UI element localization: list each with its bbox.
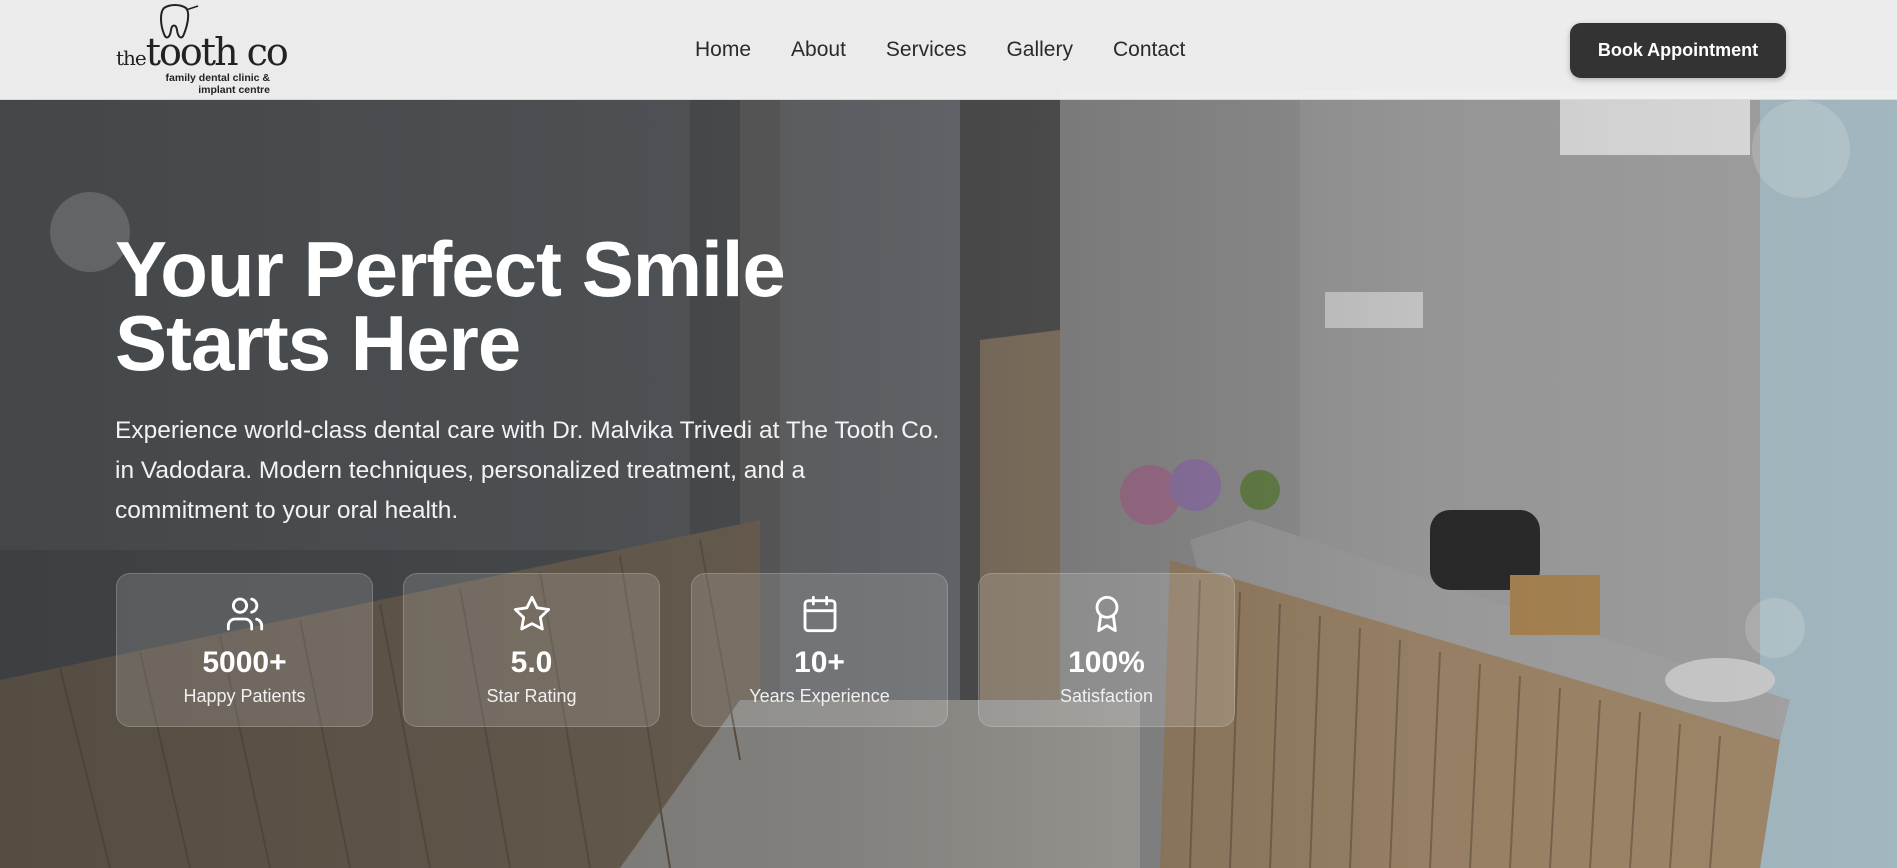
stat-value: 5000+	[202, 646, 287, 679]
award-icon	[1095, 595, 1118, 633]
nav-gallery[interactable]: Gallery	[1006, 38, 1073, 62]
hero-title-line1: Your Perfect Smile	[115, 225, 786, 313]
logo[interactable]: thetooth co family dental clinic & impla…	[116, 4, 289, 96]
decorative-circle	[1745, 598, 1805, 658]
calendar-icon	[803, 595, 836, 633]
stat-label: Happy Patients	[183, 686, 306, 706]
users-icon	[226, 597, 263, 631]
logo-tagline: family dental clinic & implant centre	[166, 72, 270, 96]
logo-wordmark: thetooth co	[116, 30, 289, 74]
logo-tagline-line2: implant centre	[198, 84, 270, 96]
stat-label: Satisfaction	[1059, 686, 1154, 706]
star-icon	[513, 595, 550, 631]
nav-home[interactable]: Home	[695, 38, 751, 62]
stat-label: Years Experience	[749, 686, 890, 706]
stat-label: Star Rating	[486, 686, 577, 706]
stat-card-satisfaction: 100% Satisfaction	[978, 573, 1235, 727]
site-header: thetooth co family dental clinic & impla…	[0, 0, 1897, 100]
hero-description: Experience world-class dental care with …	[115, 417, 940, 524]
decorative-circle	[1752, 100, 1850, 198]
main-nav: Home About Services Gallery Contact	[695, 38, 1185, 62]
nav-services[interactable]: Services	[886, 38, 967, 62]
logo-tagline-line1: family dental clinic &	[165, 72, 270, 84]
nav-about[interactable]: About	[791, 38, 846, 62]
logo-name: tooth co	[145, 30, 289, 74]
book-appointment-button[interactable]: Book Appointment	[1570, 23, 1786, 78]
stat-value: 5.0	[510, 646, 553, 679]
hero-title: Your Perfect Smile Starts Here	[115, 225, 1015, 387]
stat-value: 100%	[1068, 646, 1145, 679]
stat-card-rating: 5.0 Star Rating	[403, 573, 660, 727]
logo-the: the	[116, 46, 147, 70]
stat-value: 10+	[794, 646, 845, 679]
stat-card-experience: 10+ Years Experience	[691, 573, 948, 727]
hero-title-line2: Starts Here	[115, 299, 521, 387]
stat-card-patients: 5000+ Happy Patients	[116, 573, 373, 727]
nav-contact[interactable]: Contact	[1113, 38, 1185, 62]
